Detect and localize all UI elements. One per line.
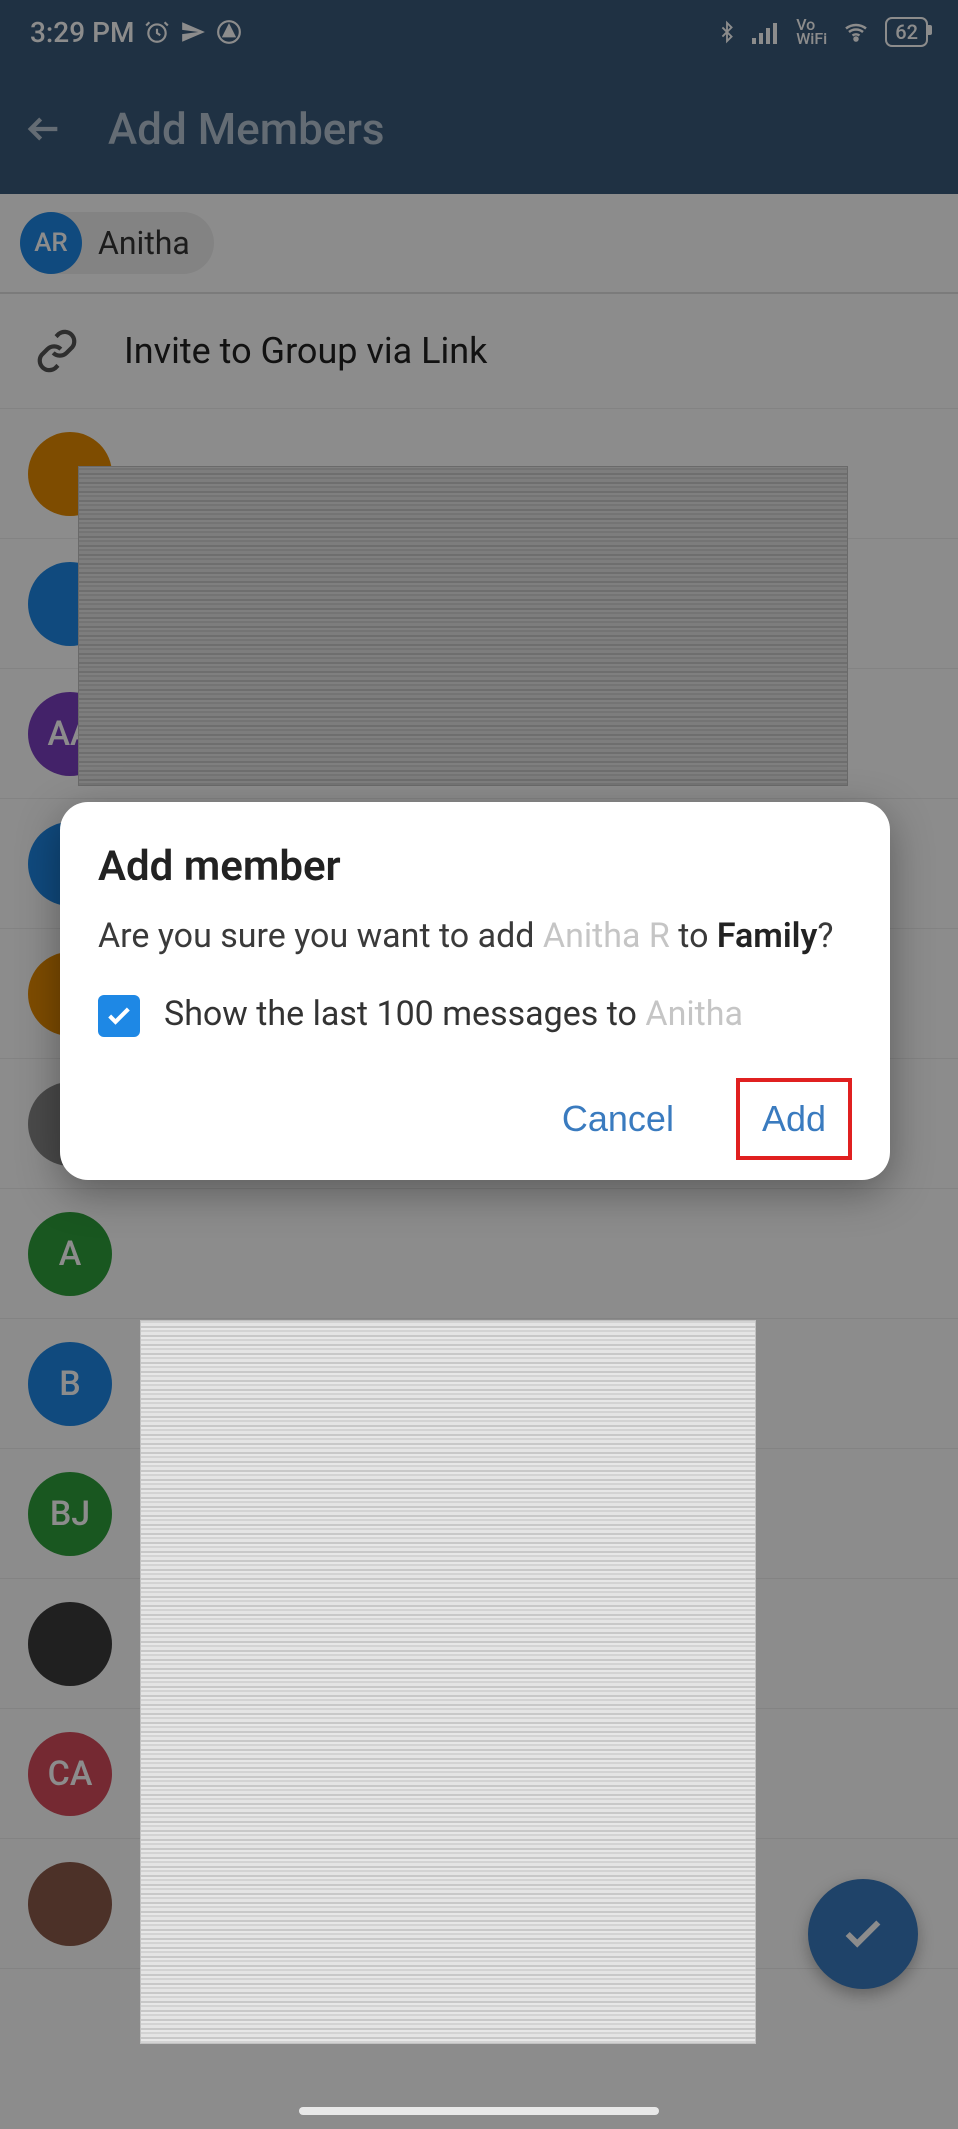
add-member-dialog: Add member Are you sure you want to add … [60,802,890,1180]
dialog-msg-person: Anitha R [543,916,670,956]
home-indicator [299,2107,659,2115]
dialog-message: Are you sure you want to add Anitha R to… [98,913,852,961]
dialog-msg-mid: to [670,916,717,956]
show-history-label: Show the last 100 messages to Anitha [164,991,743,1039]
cancel-button[interactable]: Cancel [540,1078,696,1160]
check-label-prefix: Show the last 100 messages to [164,994,645,1034]
show-history-row[interactable]: Show the last 100 messages to Anitha [98,991,852,1039]
dialog-actions: Cancel Add [98,1078,852,1160]
check-label-person: Anitha [645,994,743,1034]
dialog-msg-prefix: Are you sure you want to add [98,916,543,956]
redacted-area [140,1320,756,2044]
dialog-msg-suffix: ? [817,916,833,956]
dialog-title: Add member [98,842,852,891]
show-history-checkbox[interactable] [98,995,140,1037]
add-button[interactable]: Add [736,1078,852,1160]
dialog-msg-group: Family [717,916,817,956]
